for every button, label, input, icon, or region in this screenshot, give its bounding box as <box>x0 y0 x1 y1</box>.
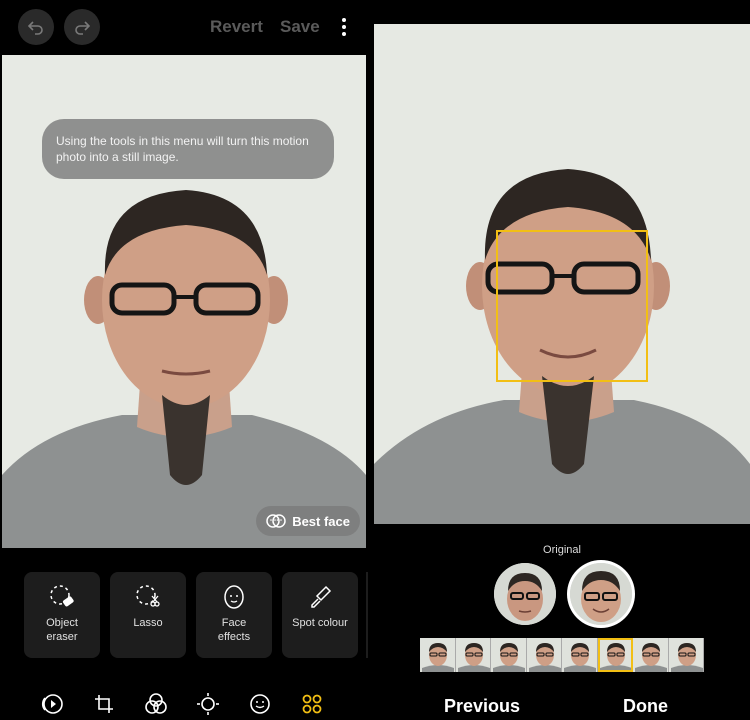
redo-icon <box>75 21 91 35</box>
face-option-alternate[interactable] <box>570 563 632 625</box>
filmstrip-frame[interactable] <box>562 638 598 672</box>
lasso-icon <box>136 585 160 607</box>
bottom-toolbar <box>40 690 340 718</box>
adjust-brightness-icon <box>197 693 219 715</box>
tool-strip: Object eraser Lasso Face effects Spot co… <box>0 562 368 666</box>
editor-panel: Revert Save Using the tools in this menu… <box>0 0 368 720</box>
best-face-panel: Original Previous Done <box>374 0 750 720</box>
filmstrip-thumbnail <box>633 638 668 672</box>
tool-face-effects[interactable]: Face effects <box>196 572 272 658</box>
best-face-photo[interactable] <box>374 24 750 524</box>
filmstrip-frame-selected[interactable] <box>597 638 633 672</box>
tool-label: Lasso <box>133 617 163 629</box>
more-tools-button[interactable] <box>300 692 324 716</box>
redo-button[interactable] <box>64 9 100 45</box>
filmstrip-thumbnail <box>562 638 597 672</box>
filmstrip-thumbnail <box>420 638 455 672</box>
filmstrip-thumbnail <box>455 638 491 672</box>
filmstrip[interactable] <box>420 638 704 672</box>
motion-photo-icon <box>41 694 63 714</box>
filmstrip-frame[interactable] <box>491 638 527 672</box>
filters-button[interactable] <box>144 692 168 716</box>
original-face-thumbnail <box>494 563 556 625</box>
filmstrip-frame[interactable] <box>420 638 456 672</box>
original-label: Original <box>543 544 581 556</box>
previous-button[interactable]: Previous <box>444 696 520 717</box>
best-face-label: Best face <box>292 513 350 529</box>
face-effects-icon <box>224 585 244 609</box>
tooltip-message: Using the tools in this menu will turn t… <box>42 119 334 179</box>
sticker-button[interactable] <box>248 692 272 716</box>
face-option-original[interactable] <box>494 563 556 625</box>
more-tools-icon <box>302 694 322 714</box>
filmstrip-thumbnail <box>491 638 526 672</box>
filters-icon <box>145 693 167 714</box>
filmstrip-frame[interactable] <box>633 638 669 672</box>
undo-icon <box>27 21 43 35</box>
crop-rotate-icon <box>95 695 113 713</box>
tool-label: Spot colour <box>292 617 348 629</box>
tool-spot-colour[interactable]: Spot colour <box>282 572 358 658</box>
filmstrip-frame[interactable] <box>668 638 704 672</box>
best-face-icon <box>266 514 286 528</box>
bottom-actions: Previous Done <box>374 696 750 720</box>
tool-lasso[interactable]: Lasso <box>110 572 186 658</box>
save-button[interactable]: Save <box>280 17 320 37</box>
filmstrip-thumbnail <box>597 638 633 672</box>
tool-label: Face effects <box>217 617 251 643</box>
revert-button[interactable]: Revert <box>210 17 263 37</box>
best-face-button[interactable]: Best face <box>256 506 360 536</box>
done-button[interactable]: Done <box>623 696 668 717</box>
filmstrip-frame[interactable] <box>526 638 562 672</box>
motion-photo-button[interactable] <box>40 692 64 716</box>
more-options-button[interactable] <box>334 15 354 39</box>
tool-card-overflow <box>366 572 368 658</box>
tool-label: Object eraser <box>46 617 78 643</box>
kebab-menu-icon <box>342 18 346 36</box>
filmstrip-frame[interactable] <box>455 638 491 672</box>
alternate-face-thumbnail <box>570 563 632 625</box>
undo-button[interactable] <box>18 9 54 45</box>
filmstrip-thumbnail <box>526 638 562 672</box>
object-eraser-icon <box>50 585 74 607</box>
tool-object-eraser[interactable]: Object eraser <box>24 572 100 658</box>
filmstrip-thumbnail <box>668 638 704 672</box>
spot-colour-icon <box>311 585 332 608</box>
adjust-button[interactable] <box>196 692 220 716</box>
photo-preview[interactable]: Using the tools in this menu will turn t… <box>2 55 366 548</box>
sticker-icon <box>250 694 270 714</box>
crop-rotate-button[interactable] <box>92 692 116 716</box>
face-selection-box[interactable] <box>496 230 648 382</box>
